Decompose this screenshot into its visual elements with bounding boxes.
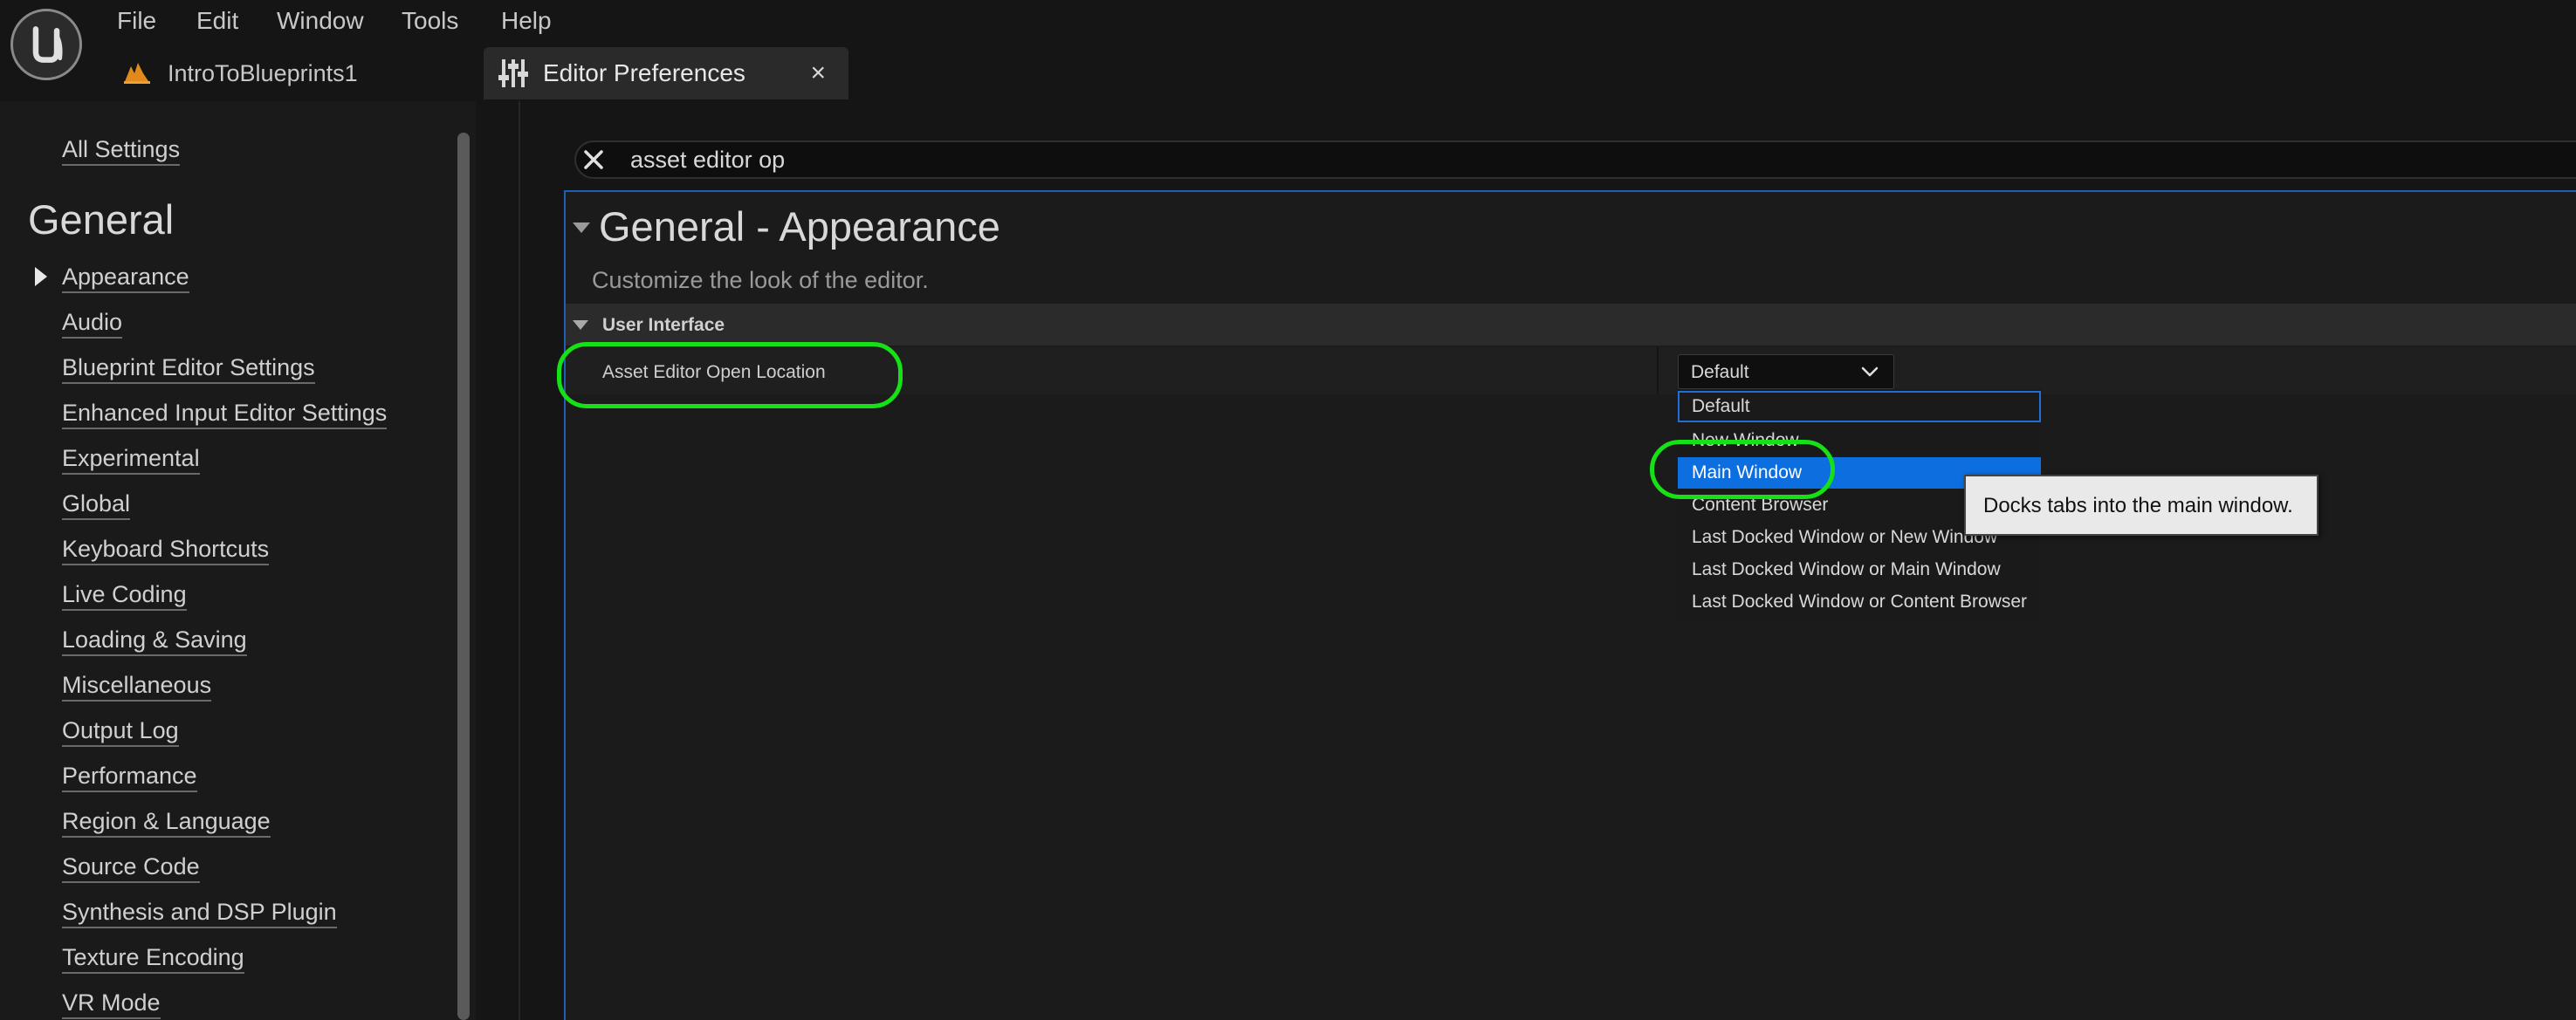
sidebar-heading: General <box>28 196 175 243</box>
level-icon <box>124 63 150 84</box>
annotation-ring-main-window <box>1650 440 1835 499</box>
tooltip: Docks tabs into the main window. <box>1964 475 2318 536</box>
sidebar-item-keyboard-shortcuts[interactable]: Keyboard Shortcuts <box>62 534 270 565</box>
chevron-down-icon <box>1861 366 1879 377</box>
sidebar-item-blueprint-editor-settings[interactable]: Blueprint Editor Settings <box>62 353 315 384</box>
section-description: Customize the look of the editor. <box>592 267 929 293</box>
tab-project-label: IntroToBlueprints1 <box>168 59 358 86</box>
sidebar-item-region-language[interactable]: Region & Language <box>62 806 271 838</box>
close-tab-icon[interactable]: × <box>810 58 826 89</box>
sidebar-item-performance[interactable]: Performance <box>62 761 197 792</box>
all-settings-link[interactable]: All Settings <box>62 134 181 166</box>
option-last-docked-content-browser[interactable]: Last Docked Window or Content Browser <box>1678 586 2041 618</box>
sidebar-item-miscellaneous[interactable]: Miscellaneous <box>62 670 212 702</box>
category-label: User Interface <box>602 315 725 335</box>
sidebar-item-global[interactable]: Global <box>62 489 131 520</box>
category-header-user-interface[interactable] <box>566 304 2576 346</box>
section-collapse-arrow-icon[interactable] <box>573 222 590 233</box>
sidebar-item-appearance[interactable]: Appearance <box>62 262 189 293</box>
combo-value: Default <box>1691 362 1749 382</box>
sidebar-item-source-code[interactable]: Source Code <box>62 852 200 883</box>
sidebar-item-synthesis-dsp[interactable]: Synthesis and DSP Plugin <box>62 897 337 928</box>
sidebar-item-live-coding[interactable]: Live Coding <box>62 579 187 611</box>
unreal-engine-logo-icon[interactable] <box>10 9 82 80</box>
tab-editor-preferences-label: Editor Preferences <box>543 59 745 86</box>
sidebar-item-output-log[interactable]: Output Log <box>62 715 179 747</box>
menu-file[interactable]: File <box>117 5 156 37</box>
tab-project[interactable]: IntroToBlueprints1 <box>122 56 358 91</box>
asset-editor-open-location-combo[interactable]: Default <box>1678 354 1894 389</box>
panel-gutter <box>476 101 519 1020</box>
sidebar-item-enhanced-input-editor-settings[interactable]: Enhanced Input Editor Settings <box>62 398 388 429</box>
menu-edit[interactable]: Edit <box>196 5 238 37</box>
sidebar-item-loading-saving[interactable]: Loading & Saving <box>62 625 247 656</box>
sidebar-item-texture-encoding[interactable]: Texture Encoding <box>62 942 244 974</box>
category-expand-arrow-icon[interactable] <box>573 320 588 330</box>
close-icon[interactable] <box>577 143 610 176</box>
active-item-arrow-icon <box>35 267 47 286</box>
sidebar-item-vr-mode[interactable]: VR Mode <box>62 988 161 1019</box>
sliders-icon <box>498 59 528 87</box>
sidebar-item-experimental[interactable]: Experimental <box>62 443 200 475</box>
menu-help[interactable]: Help <box>501 5 552 37</box>
tab-editor-preferences[interactable]: Editor Preferences × <box>484 47 848 99</box>
menu-tools[interactable]: Tools <box>402 5 458 37</box>
option-last-docked-main-window[interactable]: Last Docked Window or Main Window <box>1678 554 2041 585</box>
annotation-ring-property-label <box>557 342 903 408</box>
top-bar <box>0 0 2576 101</box>
sidebar-scrollbar[interactable] <box>457 133 470 1020</box>
property-column-splitter[interactable] <box>1657 347 1659 394</box>
option-default[interactable]: Default <box>1678 391 2041 422</box>
tooltip-text: Docks tabs into the main window. <box>1983 494 2293 517</box>
search-input[interactable] <box>630 143 1852 176</box>
menu-window[interactable]: Window <box>277 5 364 37</box>
sidebar-item-audio[interactable]: Audio <box>62 307 123 339</box>
section-title: General - Appearance <box>599 203 1000 250</box>
